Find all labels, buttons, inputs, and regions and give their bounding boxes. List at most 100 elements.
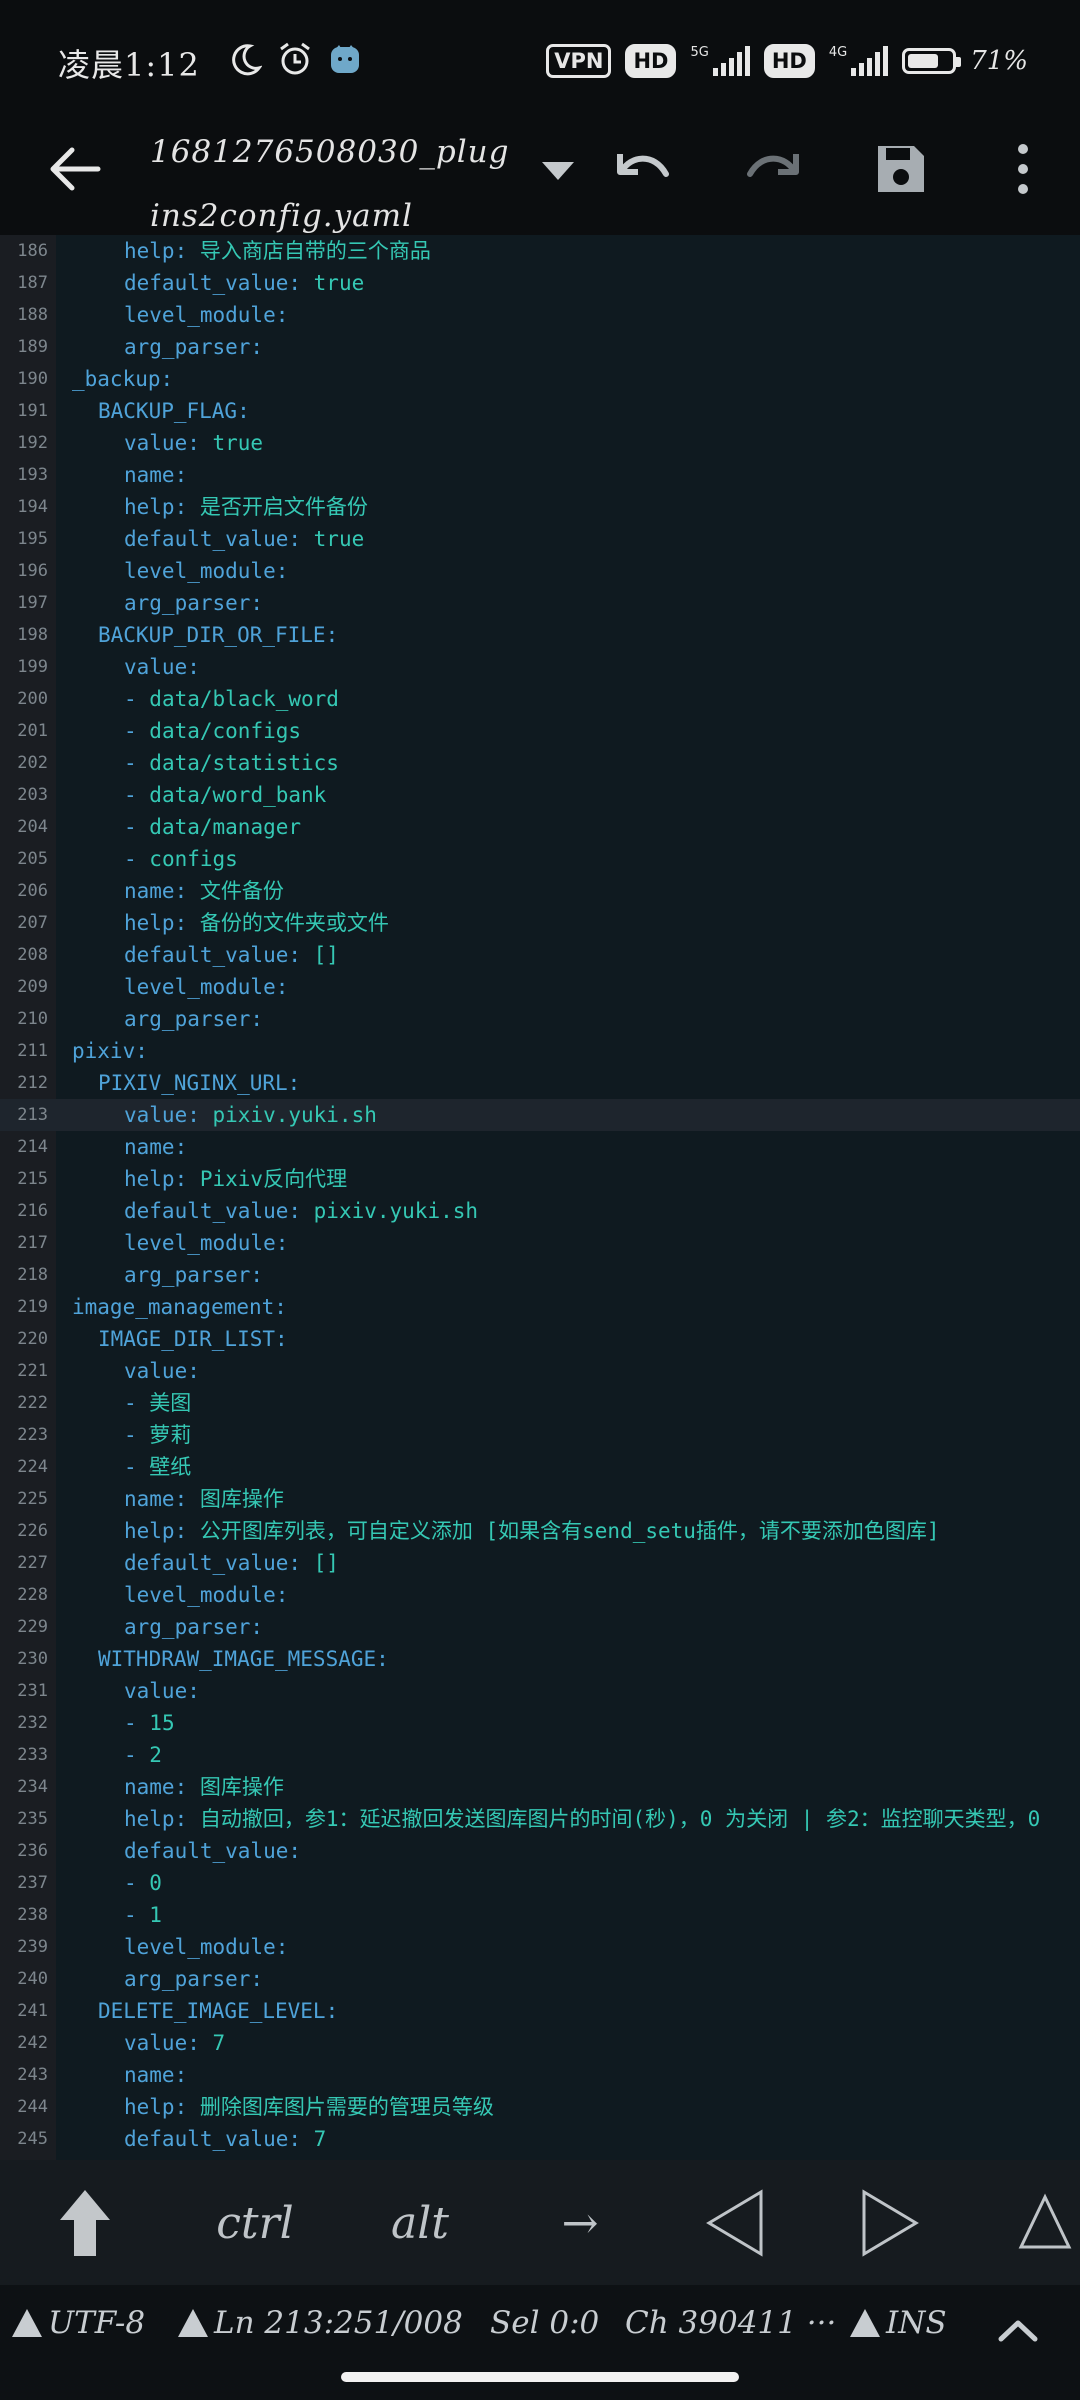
code-line[interactable]: 213 value: pixiv.yuki.sh	[0, 1099, 1080, 1131]
code-line[interactable]: 200 - data/black_word	[0, 683, 1080, 715]
dropdown-triangle-icon[interactable]	[538, 150, 578, 190]
code-line[interactable]: 244 help: 删除图库图片需要的管理员等级	[0, 2091, 1080, 2123]
code-line[interactable]: 230 WITHDRAW_IMAGE_MESSAGE:	[0, 1643, 1080, 1675]
code-text: DELETE_IMAGE_LEVEL:	[98, 1995, 338, 2027]
battery-percent: 71%	[970, 46, 1028, 76]
code-line[interactable]: 227 default_value: []	[0, 1547, 1080, 1579]
code-line[interactable]: 202 - data/statistics	[0, 747, 1080, 779]
code-line[interactable]: 194 help: 是否开启文件备份	[0, 491, 1080, 523]
line-number: 215	[17, 1169, 48, 1189]
left-key[interactable]	[700, 2178, 770, 2268]
encoding-selector[interactable]: UTF-8	[12, 2305, 145, 2341]
code-line[interactable]: 225 name: 图库操作	[0, 1483, 1080, 1515]
code-line[interactable]: 204 - data/manager	[0, 811, 1080, 843]
code-line[interactable]: 203 - data/word_bank	[0, 779, 1080, 811]
code-line[interactable]: 237 - 0	[0, 1867, 1080, 1899]
code-line[interactable]: 242 value: 7	[0, 2027, 1080, 2059]
code-line[interactable]: 206 name: 文件备份	[0, 875, 1080, 907]
code-line[interactable]: 231 value:	[0, 1675, 1080, 1707]
code-line[interactable]: 229 arg_parser:	[0, 1611, 1080, 1643]
code-line[interactable]: 197 arg_parser:	[0, 587, 1080, 619]
code-line[interactable]: 228 level_module:	[0, 1579, 1080, 1611]
up-key[interactable]	[1010, 2178, 1080, 2268]
code-line[interactable]: 243 name:	[0, 2059, 1080, 2091]
redo-button[interactable]	[738, 134, 808, 204]
code-text: name: 图库操作	[124, 1483, 284, 1515]
code-line[interactable]: 220 IMAGE_DIR_LIST:	[0, 1323, 1080, 1355]
triangle-icon	[178, 2309, 208, 2337]
code-line[interactable]: 212 PIXIV_NGINX_URL:	[0, 1067, 1080, 1099]
signal-icon	[712, 46, 750, 76]
code-line[interactable]: 218 arg_parser:	[0, 1259, 1080, 1291]
yaml-key: value:	[124, 1359, 200, 1383]
code-text: value:	[124, 1675, 200, 1707]
code-editor[interactable]: 186 help: 导入商店自带的三个商品 187 default_value: tr…	[0, 235, 1080, 2160]
code-text: arg_parser:	[124, 1003, 263, 1035]
code-line[interactable]: 236 default_value:	[0, 1835, 1080, 1867]
code-line[interactable]: 192 value: true	[0, 427, 1080, 459]
yaml-key: IMAGE_DIR_LIST:	[98, 1327, 288, 1351]
undo-button[interactable]	[608, 134, 678, 204]
code-line[interactable]: 216 default_value: pixiv.yuki.sh	[0, 1195, 1080, 1227]
code-line[interactable]: 210 arg_parser:	[0, 1003, 1080, 1035]
code-line[interactable]: 223 - 萝莉	[0, 1419, 1080, 1451]
yaml-value: data/configs	[149, 719, 302, 743]
code-line[interactable]: 215 help: Pixiv反向代理	[0, 1163, 1080, 1195]
code-line[interactable]: 193 name:	[0, 459, 1080, 491]
code-line[interactable]: 195 default_value: true	[0, 523, 1080, 555]
code-line[interactable]: 240 arg_parser:	[0, 1963, 1080, 1995]
code-line[interactable]: 186 help: 导入商店自带的三个商品	[0, 235, 1080, 267]
code-line[interactable]: 199 value:	[0, 651, 1080, 683]
yaml-value: 备份的文件夹或文件	[187, 911, 389, 935]
cursor-position[interactable]: Ln 213:251/008	[178, 2305, 463, 2341]
code-line[interactable]: 189 arg_parser:	[0, 331, 1080, 363]
code-line[interactable]: 205 - configs	[0, 843, 1080, 875]
code-line[interactable]: 222 - 美图	[0, 1387, 1080, 1419]
selection-info: Sel 0:0	[490, 2305, 599, 2341]
code-line[interactable]: 211 pixiv:	[0, 1035, 1080, 1067]
yaml-key: arg_parser:	[124, 591, 264, 615]
code-line[interactable]: 245 default_value: 7	[0, 2123, 1080, 2155]
more-options-button[interactable]	[988, 134, 1058, 204]
alt-key[interactable]: alt	[360, 2178, 480, 2268]
moon-icon	[232, 44, 262, 76]
tab-key[interactable]: →	[540, 2178, 620, 2268]
code-line[interactable]: 241 DELETE_IMAGE_LEVEL:	[0, 1995, 1080, 2027]
code-text: WITHDRAW_IMAGE_MESSAGE:	[98, 1643, 389, 1675]
code-line[interactable]: 235 help: 自动撤回，参1：延迟撤回发送图库图片的时间(秒)，0 为关闭 …	[0, 1803, 1080, 1835]
mode-selector[interactable]: INS	[850, 2305, 947, 2341]
code-line[interactable]: 234 name: 图库操作	[0, 1771, 1080, 1803]
yaml-key: _backup:	[72, 367, 174, 391]
code-line[interactable]: 196 level_module:	[0, 555, 1080, 587]
code-line[interactable]: 191 BACKUP_FLAG:	[0, 395, 1080, 427]
code-line[interactable]: 188 level_module:	[0, 299, 1080, 331]
line-number: 202	[17, 753, 48, 773]
code-line[interactable]: 208 default_value: []	[0, 939, 1080, 971]
code-line[interactable]: 226 help: 公开图库列表，可自定义添加 [如果含有send_setu插件，…	[0, 1515, 1080, 1547]
code-line[interactable]: 207 help: 备份的文件夹或文件	[0, 907, 1080, 939]
line-number: 244	[17, 2097, 48, 2117]
code-line[interactable]: 224 - 壁纸	[0, 1451, 1080, 1483]
back-arrow-icon[interactable]	[40, 134, 110, 204]
code-line[interactable]: 217 level_module:	[0, 1227, 1080, 1259]
code-line[interactable]: 221 value:	[0, 1355, 1080, 1387]
code-line[interactable]: 232 - 15	[0, 1707, 1080, 1739]
code-line[interactable]: 239 level_module:	[0, 1931, 1080, 1963]
code-line[interactable]: 238 - 1	[0, 1899, 1080, 1931]
right-key[interactable]	[855, 2178, 925, 2268]
home-indicator[interactable]	[341, 2372, 739, 2382]
file-title[interactable]: 1681276508030_plug ins2config.yaml	[150, 120, 530, 248]
shift-key[interactable]	[40, 2178, 130, 2268]
code-line[interactable]: 219 image_management:	[0, 1291, 1080, 1323]
line-number: 205	[17, 849, 48, 869]
ctrl-key[interactable]: ctrl	[190, 2178, 320, 2268]
chevron-up-icon[interactable]	[995, 2315, 1041, 2345]
code-line[interactable]: 209 level_module:	[0, 971, 1080, 1003]
save-button[interactable]	[866, 134, 936, 204]
code-line[interactable]: 187 default_value: true	[0, 267, 1080, 299]
code-line[interactable]: 201 - data/configs	[0, 715, 1080, 747]
code-line[interactable]: 214 name:	[0, 1131, 1080, 1163]
code-line[interactable]: 233 - 2	[0, 1739, 1080, 1771]
code-line[interactable]: 198 BACKUP_DIR_OR_FILE:	[0, 619, 1080, 651]
code-line[interactable]: 190 _backup:	[0, 363, 1080, 395]
